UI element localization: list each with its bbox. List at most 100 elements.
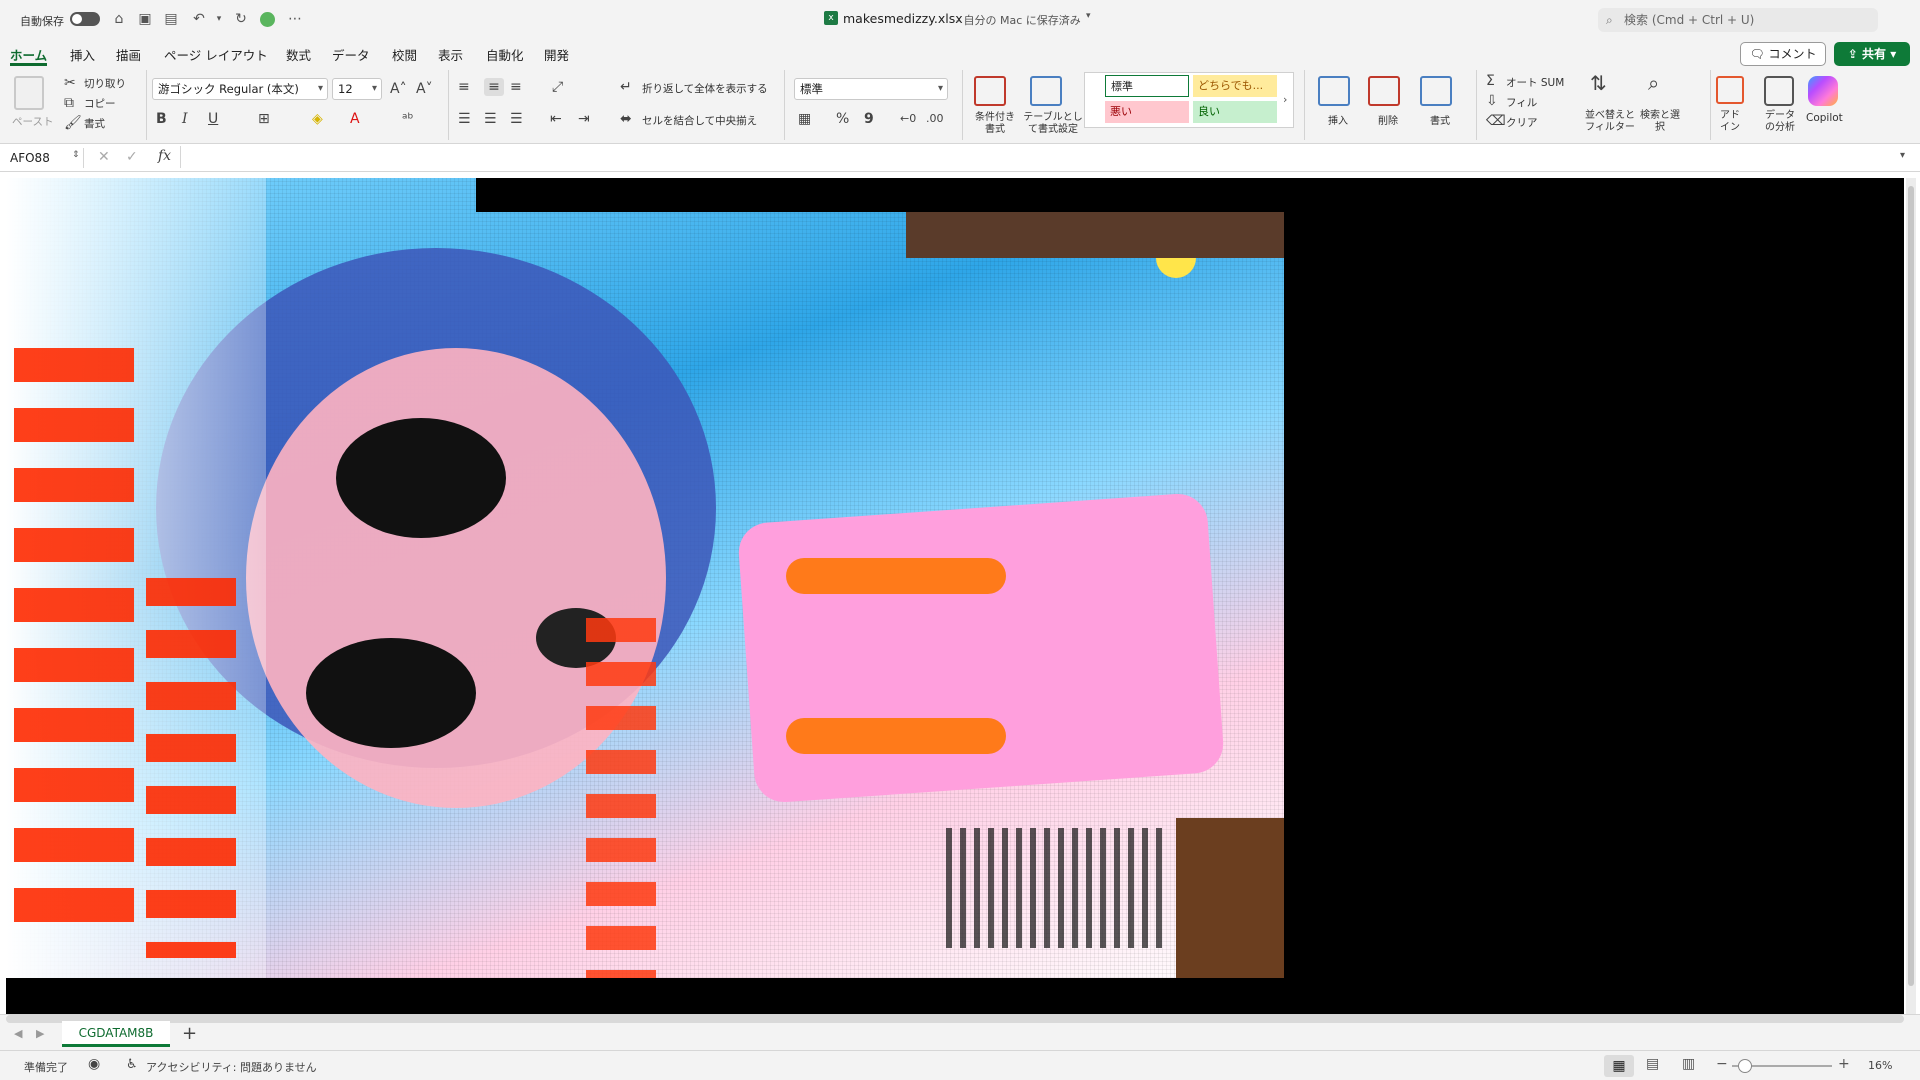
align-middle-icon[interactable]: ≡ (484, 78, 504, 96)
sheet-tab-cgdatam8b[interactable]: CGDATAM8B (62, 1021, 170, 1047)
format-as-table-label[interactable]: テーブルとして書式設定 (1022, 112, 1084, 136)
format-as-table-icon[interactable] (1030, 76, 1062, 106)
decrease-indent-icon[interactable]: ⇤ (550, 110, 562, 128)
tab-automate[interactable]: 自動化 (486, 46, 524, 66)
tab-page-layout[interactable]: ページ レイアウト (164, 46, 268, 66)
wrap-text-icon[interactable]: ↵ (620, 78, 632, 96)
home-icon[interactable]: ⌂ (110, 10, 128, 28)
style-good[interactable]: 良い (1193, 101, 1277, 123)
tab-insert[interactable]: 挿入 (70, 46, 95, 66)
style-normal[interactable]: 標準 (1105, 75, 1189, 97)
comma-style-button[interactable]: 9 (864, 110, 874, 128)
zoom-in-icon[interactable]: + (1838, 1056, 1850, 1072)
addins-icon[interactable] (1716, 76, 1744, 104)
font-name-dropdown[interactable]: 游ゴシック Regular (本文) (152, 78, 328, 100)
decrease-font-icon[interactable]: A˅ (416, 80, 433, 98)
accessibility-icon[interactable]: ♿ (126, 1057, 138, 1072)
tab-view[interactable]: 表示 (438, 46, 463, 66)
expand-formula-icon[interactable]: ▾ (1900, 150, 1905, 161)
name-box-stepper[interactable]: ⇕ (72, 150, 80, 160)
macro-record-icon[interactable]: ◉ (88, 1056, 100, 1072)
conditional-format-label[interactable]: 条件付き書式 (972, 112, 1018, 136)
sort-filter-label[interactable]: 並べ替えとフィルター (1582, 110, 1638, 134)
style-bad[interactable]: 悪い (1105, 101, 1189, 123)
font-size-dropdown[interactable]: 12 (332, 78, 382, 100)
format-cells-icon[interactable] (1420, 76, 1452, 106)
cut-label[interactable]: 切り取り (84, 76, 126, 91)
tab-data[interactable]: データ (332, 46, 370, 66)
insert-cells-icon[interactable] (1318, 76, 1350, 106)
tab-draw[interactable]: 描画 (116, 46, 141, 66)
save-as-icon[interactable]: ▤ (162, 10, 180, 28)
font-color-icon[interactable]: A (350, 110, 360, 128)
tab-review[interactable]: 校閲 (392, 46, 417, 66)
bold-button[interactable]: B (156, 110, 167, 128)
paste-icon[interactable] (14, 76, 44, 110)
styles-more-icon[interactable]: › (1283, 93, 1287, 106)
orientation-icon[interactable]: ⤢ (552, 78, 563, 96)
format-painter-icon[interactable]: 🖌 (64, 114, 82, 132)
zoom-level[interactable]: 16% (1868, 1059, 1892, 1072)
copilot-label[interactable]: Copilot (1806, 112, 1843, 124)
enter-icon[interactable]: ✓ (126, 149, 138, 165)
align-right-icon[interactable]: ☰ (510, 110, 523, 128)
clear-button[interactable]: クリア (1506, 115, 1538, 130)
autosum-button[interactable]: オート SUM (1506, 75, 1564, 90)
clear-icon[interactable]: ⌫ (1486, 112, 1506, 130)
find-select-icon[interactable]: ⌕ (1648, 73, 1659, 93)
find-select-label[interactable]: 検索と選択 (1640, 110, 1680, 134)
accounting-icon[interactable]: ▦ (798, 110, 811, 128)
analyze-data-label[interactable]: データの分析 (1762, 110, 1798, 134)
copy-icon[interactable]: ⧉ (64, 94, 74, 112)
italic-button[interactable]: I (182, 110, 188, 128)
more-icon[interactable]: ⋯ (286, 10, 304, 28)
add-sheet-icon[interactable]: + (182, 1023, 197, 1044)
save-status[interactable]: - 自分の Mac に保存済み (956, 12, 1081, 28)
percent-button[interactable]: % (836, 110, 849, 128)
accessibility-status[interactable]: アクセシビリティ: 問題ありません (146, 1059, 317, 1075)
function-icon[interactable]: fx (158, 148, 171, 164)
formula-input[interactable] (180, 146, 1886, 168)
share-button[interactable]: ⇪ 共有 ▾ (1834, 42, 1910, 66)
tab-scroll-left-icon[interactable]: ◀ (14, 1027, 22, 1040)
addins-label[interactable]: アドイン (1716, 110, 1744, 134)
borders-icon[interactable]: ⊞ (258, 110, 270, 128)
save-icon[interactable]: ▣ (136, 10, 154, 28)
merge-center-button[interactable]: セルを結合して中央揃え (642, 113, 757, 128)
file-name[interactable]: makesmedizzy.xlsx (843, 11, 963, 26)
fill-button[interactable]: フィル (1506, 95, 1537, 110)
insert-cells-label[interactable]: 挿入 (1328, 112, 1348, 127)
align-top-icon[interactable]: ≡ (458, 78, 470, 96)
format-painter-label[interactable]: 書式 (84, 116, 105, 131)
conditional-format-icon[interactable] (974, 76, 1006, 106)
horizontal-scrollbar[interactable] (6, 1015, 1904, 1023)
tab-developer[interactable]: 開発 (544, 46, 569, 66)
number-format-dropdown[interactable]: 標準 (794, 78, 948, 100)
zoom-slider-handle[interactable] (1738, 1059, 1752, 1073)
tab-home[interactable]: ホーム (10, 46, 48, 66)
cancel-icon[interactable]: ✕ (98, 149, 110, 165)
vertical-scrollbar[interactable] (1906, 178, 1916, 1014)
increase-decimal-icon[interactable]: ←0 (900, 110, 916, 128)
undo-icon[interactable]: ↶ (190, 10, 208, 28)
increase-indent-icon[interactable]: ⇥ (578, 110, 590, 128)
wrap-text-button[interactable]: 折り返して全体を表示する (642, 81, 768, 96)
fill-icon[interactable]: ⇩ (1486, 92, 1498, 110)
underline-button[interactable]: U (208, 110, 218, 128)
status-circle-icon[interactable] (260, 12, 275, 27)
normal-view-icon[interactable]: ▦ (1604, 1055, 1634, 1077)
page-break-view-icon[interactable]: ▥ (1682, 1056, 1695, 1072)
fill-color-icon[interactable]: ◈ (312, 110, 323, 128)
phonetic-icon[interactable]: ᵃᵇ (402, 110, 413, 128)
paste-label[interactable]: ペースト (12, 114, 53, 129)
sort-filter-icon[interactable]: ⇅ (1590, 73, 1607, 93)
delete-cells-label[interactable]: 削除 (1378, 112, 1398, 127)
undo-dropdown-icon[interactable]: ▾ (210, 10, 228, 28)
increase-font-icon[interactable]: A˄ (390, 80, 407, 98)
delete-cells-icon[interactable] (1368, 76, 1400, 106)
cut-icon[interactable]: ✂ (64, 74, 76, 92)
copy-label[interactable]: コピー (84, 96, 116, 111)
style-neutral[interactable]: どちらでも... (1193, 75, 1277, 97)
format-cells-label[interactable]: 書式 (1430, 112, 1450, 127)
autosave-toggle[interactable] (70, 12, 100, 26)
